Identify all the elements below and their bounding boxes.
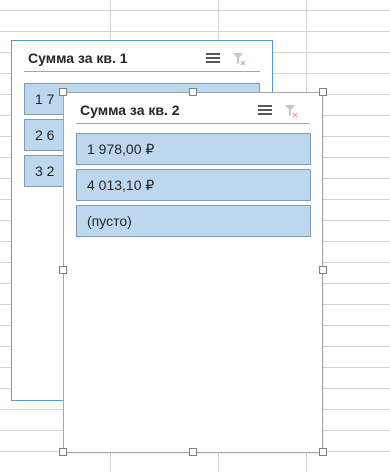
resize-handle-bottom[interactable] xyxy=(189,448,197,456)
grid-row-line xyxy=(0,10,390,11)
multi-select-icon[interactable] xyxy=(258,105,272,115)
slicer-header: Сумма за кв. 2 xyxy=(76,99,310,124)
clear-filter-icon[interactable] xyxy=(284,104,298,118)
resize-handle-top-right[interactable] xyxy=(319,88,327,96)
slicer-title: Сумма за кв. 2 xyxy=(80,102,180,118)
slicer-item[interactable]: 4 013,10 ₽ xyxy=(76,169,311,201)
resize-handle-bottom-left[interactable] xyxy=(59,448,67,456)
multi-select-icon[interactable] xyxy=(206,53,220,63)
resize-handle-right[interactable] xyxy=(319,266,327,274)
clear-filter-icon[interactable] xyxy=(232,52,246,66)
resize-handle-top-left[interactable] xyxy=(59,88,67,96)
resize-handle-left[interactable] xyxy=(59,266,67,274)
slicer-item[interactable]: 1 978,00 ₽ xyxy=(76,133,311,165)
grid-row-line xyxy=(0,31,390,32)
slicer-item[interactable]: (пусто) xyxy=(76,205,311,237)
resize-handle-bottom-right[interactable] xyxy=(319,448,327,456)
slicer-header: Сумма за кв. 1 xyxy=(24,47,260,72)
slicer-quarter-2[interactable]: Сумма за кв. 2 1 978,00 ₽ 4 013,10 ₽ (пу… xyxy=(63,92,323,453)
resize-handle-top[interactable] xyxy=(189,88,197,96)
slicer-title: Сумма за кв. 1 xyxy=(28,50,128,66)
